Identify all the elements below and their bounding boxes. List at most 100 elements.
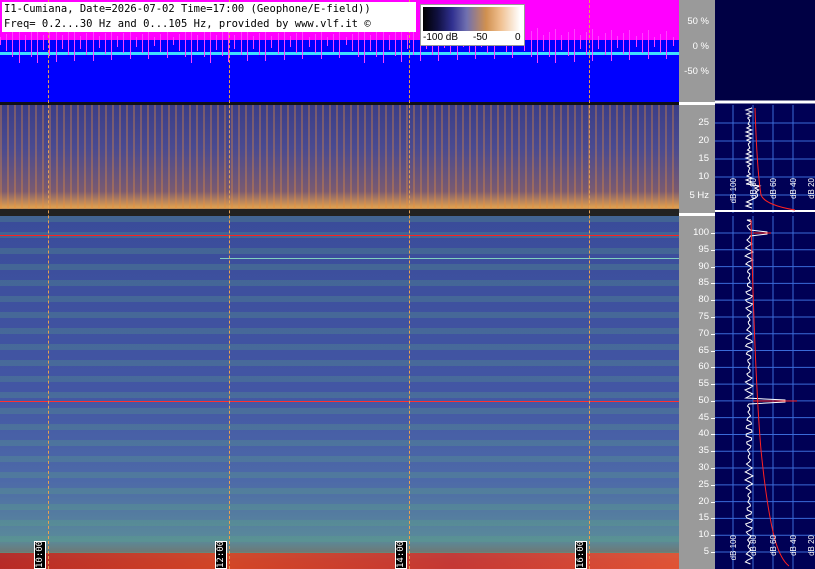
hum-line-93hz [220,258,679,259]
amplitude-spike [197,34,199,51]
amplitude-spike [555,28,557,63]
amplitude-spike [265,29,267,61]
amplitude-spike [18,28,20,64]
amplitude-spike [55,29,57,62]
main-average-curve [750,219,790,567]
low-frequency-spectrogram [0,105,679,213]
main-tick-label: 100 [693,227,709,238]
main-profile-db-label: dB 100 [729,535,738,561]
amplitude-spike [209,28,211,63]
amplitude-spike [296,33,298,54]
amplitude-spike [185,31,187,58]
amplitude-spike [660,33,662,53]
amplitude-spike [314,33,316,53]
amplitude-spike [357,31,359,58]
amplitude-spike [154,37,156,46]
amplitude-spike [259,32,261,55]
amplitude-spike [277,33,279,54]
time-grid-line [589,0,590,569]
amplitude-spike [579,35,581,50]
lf-profile-db-label: dB 60 [769,178,778,199]
amplitude-spike [172,37,174,46]
lf-tick-label: 20 [698,135,709,146]
amplitude-spike [592,29,594,62]
colorbar-label-mid: -50 [473,32,488,43]
lf-profile-db-label: dB 100 [729,178,738,204]
main-frequency-scale: 100 95 90 85 80 75 70 65 60 55 50 45 40 35 30 25 20 15 10 5 [679,216,715,569]
low-frequency-scale: 25 20 15 10 5 Hz [679,105,715,213]
main-tick-label: 50 [698,394,709,406]
amplitude-spike [141,33,143,53]
main-tick-label: 80 [698,294,709,306]
main-tick-label: 85 [698,277,709,289]
amplitude-spike [283,30,285,60]
amplitude-spike [364,28,366,64]
amplitude-spike [203,31,205,57]
time-marker-label: 12:00 [215,540,227,569]
colorbar-label-min: -100 dB [423,32,459,43]
amplitude-spike [111,30,113,60]
amplitude-spike [24,34,26,51]
amplitude-spike [240,32,242,56]
amplitude-spike [6,34,8,52]
amplitude-spike [80,35,82,49]
amplitude-spike [135,36,137,47]
main-tick-label: 25 [698,478,709,490]
amplitude-spike [672,37,674,46]
amplitude-tick-label: 50 % [687,16,709,27]
main-tick-label: 60 [698,361,709,373]
amplitude-spike [49,32,51,56]
main-tick-label: 45 [698,411,709,423]
time-marker-label: 14:00 [395,540,407,569]
amplitude-spike [370,34,372,51]
amplitude-spike [43,35,45,50]
lf-tick-label: 10 [698,171,709,182]
amplitude-spike [647,30,649,60]
amplitude-spike [604,32,606,55]
amplitude-spike [61,35,63,50]
lf-tick-label: 5 Hz [689,190,709,201]
amplitude-spike [215,35,217,50]
amplitude-spike [586,32,588,56]
amplitude-spike [567,32,569,56]
amplitude-spike [74,29,76,62]
amplitude-spike [388,35,390,50]
amplitude-spike [104,33,106,54]
amplitude-spike [252,35,254,49]
amplitude-tick-label: 0 % [692,41,709,52]
amplitude-spike [351,34,353,52]
lf-profile-db-label: dB 20 [807,178,815,199]
amplitude-spike [536,28,538,64]
main-profile-db-label: dB 40 [789,535,798,556]
main-profile-db-label: dB 80 [749,535,758,556]
hum-line-50hz [0,401,679,402]
lf-profile-db-label: dB 40 [789,178,798,199]
amplitude-spike [148,30,150,59]
amplitude-spike [160,34,162,52]
amplitude-spike [641,33,643,54]
lf-tick-label: 15 [698,153,709,164]
main-tick-label: 30 [698,462,709,474]
amplitude-spike [308,36,310,47]
amplitude-spike [117,36,119,48]
colorbar-gradient [423,7,520,31]
amplitude-spike [12,31,14,58]
lf-tick-label: 25 [698,117,709,128]
amplitude-spike [382,28,384,63]
amplitude-spike [327,37,328,46]
amplitude-spike [86,32,88,55]
amplitude-spike [67,32,69,56]
amplitude-spike [234,35,236,50]
amplitude-spike [246,29,248,62]
main-tick-label: 15 [698,512,709,524]
amplitude-spike [394,32,396,56]
amplitude-spike [561,35,563,50]
spectrum-profile-plot [715,100,815,569]
amplitude-spike [302,30,304,60]
main-tick-label: 90 [698,260,709,272]
main-tick-label: 70 [698,327,709,339]
hum-line-100hz [0,235,679,236]
amplitude-spike [123,33,125,54]
main-tick-label: 40 [698,428,709,440]
amplitude-spike [37,28,39,63]
